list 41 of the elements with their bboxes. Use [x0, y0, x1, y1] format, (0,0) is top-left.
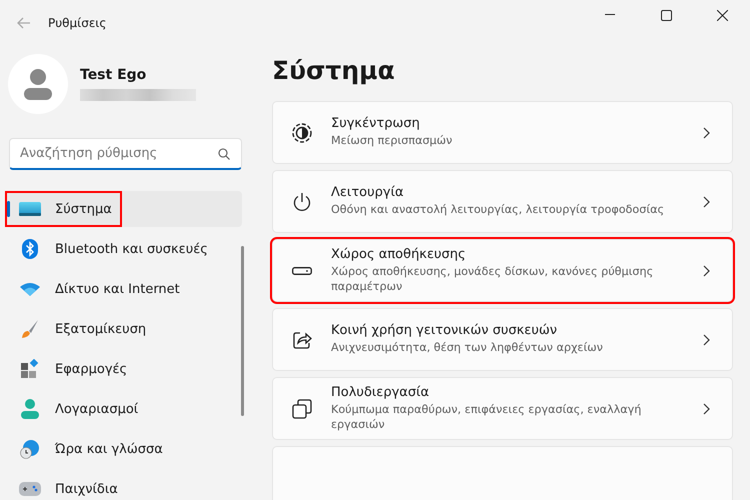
chevron-icon: [703, 402, 710, 414]
selection-indicator: [7, 201, 10, 217]
nav-item[interactable]: Παιχνίδια: [5, 471, 242, 500]
back-arrow-icon: [17, 17, 31, 29]
brush-icon: [20, 319, 40, 339]
chevron-icon: [703, 126, 710, 138]
settings-card[interactable]: Πολυδιεργασία Κούμπωμα παραθύρων, επιφάνειες εργασίας, εναλλαγή εργασιών: [272, 377, 733, 440]
nav-item[interactable]: Εφαρμογές: [5, 351, 242, 387]
settings-card[interactable]: Χώρος αποθήκευσης Χώρος αποθήκευσης, μονάδες δίσκων, κανόνες ρύθμισης παραμέτρων: [272, 239, 733, 302]
page-title: Σύστημα: [272, 56, 396, 85]
nav-item[interactable]: Εξατομίκευση: [5, 311, 242, 347]
nav-item[interactable]: Bluetooth και συσκευές: [5, 231, 242, 267]
chevron-icon: [703, 334, 710, 346]
focus-icon: [292, 122, 312, 142]
wifi-icon: [20, 282, 40, 296]
display-icon: [19, 201, 41, 217]
profile-name: Test Ego: [80, 67, 148, 83]
search-field[interactable]: Αναζήτηση ρύθμισης: [9, 138, 242, 170]
windows-icon: [292, 398, 312, 418]
settings-card[interactable]: Λειτουργία Οθόνη και αναστολή λειτουργίας, λειτουργία τροφοδοσίας: [272, 170, 733, 233]
nav-item[interactable]: Σύστημα: [5, 191, 242, 227]
minimize-icon: [605, 14, 615, 16]
person-icon: [21, 399, 39, 419]
maximize-icon: [660, 10, 672, 20]
settings-card[interactable]: Κοινή χρήση γειτονικών συσκευών Ανιχνευσιμότητα, θέση των ληφθέντων αρχείων: [272, 308, 733, 371]
gamepad-icon: [19, 482, 41, 496]
settings-card[interactable]: Συγκέντρωση Μείωση περισπασμών: [272, 101, 733, 164]
chevron-icon: [703, 264, 710, 276]
drive-icon: [292, 266, 312, 274]
window-title: Ρυθμίσεις: [48, 16, 106, 30]
nav-item[interactable]: Λογαριασμοί: [5, 391, 242, 427]
globe-clock-icon: [20, 439, 40, 459]
power-icon: [292, 192, 312, 212]
chevron-icon: [703, 196, 710, 208]
apps-icon: [20, 359, 40, 379]
nav-item[interactable]: Ώρα και γλώσσα: [5, 431, 242, 467]
search-icon: [218, 148, 230, 160]
close-icon: [716, 10, 728, 20]
bluetooth-icon: [22, 239, 38, 259]
scrollbar[interactable]: [241, 246, 244, 416]
share-icon: [292, 330, 312, 350]
